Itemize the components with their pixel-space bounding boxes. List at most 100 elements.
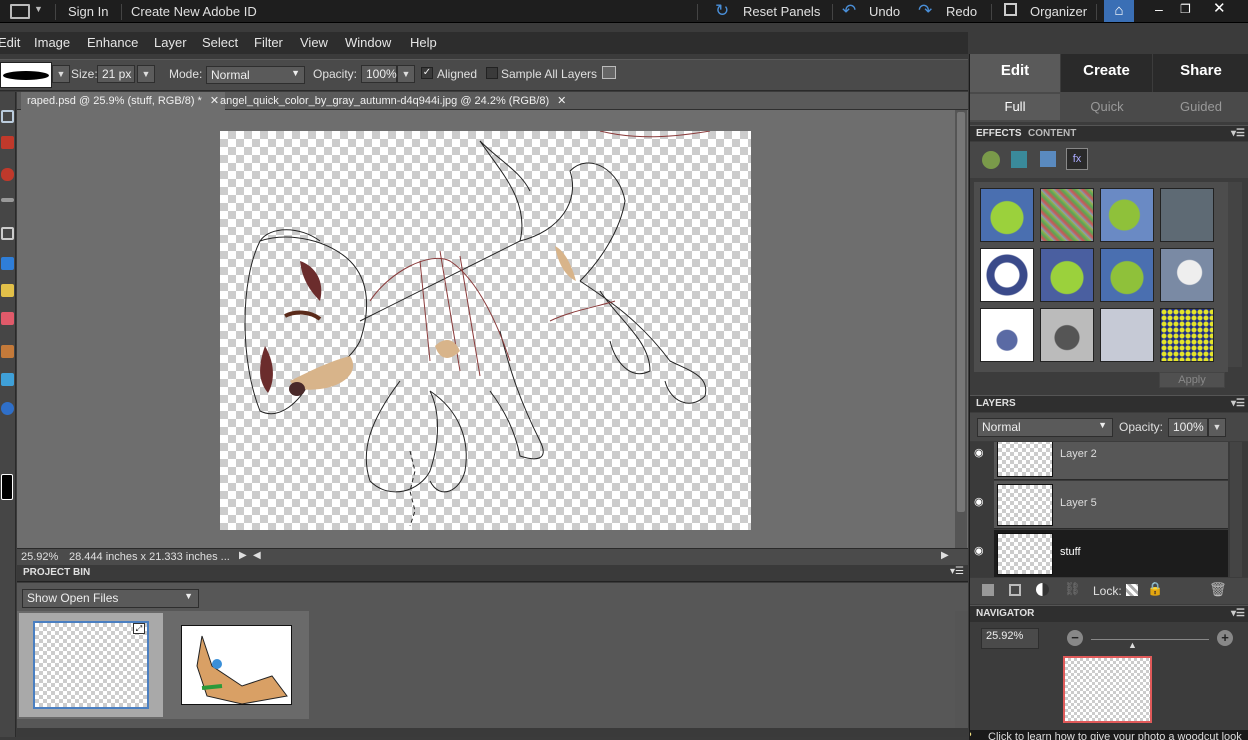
restore-icon[interactable]: ❐ [1180,2,1191,16]
new-layer-icon[interactable] [982,584,994,596]
mode-select[interactable]: Normal ▼ [206,66,305,84]
zoom-out-icon[interactable]: − [1067,630,1083,646]
menu-view[interactable]: View [300,35,328,50]
scroll-right-arrow[interactable]: ▶ [941,550,949,561]
brush-preset-picker[interactable] [0,62,52,88]
subtab-quick[interactable]: Quick [1062,94,1152,120]
pencil-tool-icon[interactable] [1,284,14,297]
effect-thumbnail[interactable] [1160,188,1214,242]
reset-panels-button[interactable]: Reset Panels [743,4,820,19]
eyedropper-tool-icon[interactable] [1,136,14,149]
layer-styles-category-icon[interactable] [1011,151,1027,168]
brush-tool-icon[interactable] [1,345,14,358]
effects-scrollbar[interactable] [1228,182,1242,367]
bin-vertical-scrollbar[interactable] [955,611,968,728]
zoom-slider-thumb[interactable]: ▲ [1128,640,1137,650]
lock-transparency-icon[interactable] [1126,584,1138,596]
menu-image[interactable]: Image [34,35,70,50]
tab-angel-jpg[interactable]: angel_quick_color_by_gray_autumn-d4q944i… [214,92,572,110]
adjustment-layer-icon[interactable] [1036,583,1049,596]
tab-close-icon[interactable]: ✕ [557,95,566,107]
effect-thumbnail[interactable] [1160,248,1214,302]
content-tab[interactable]: CONTENT [1028,128,1076,139]
tab-create[interactable]: Create [1061,54,1152,92]
show-open-files-select[interactable]: Show Open Files ▼ [22,589,199,608]
line-tool-icon[interactable] [1,198,14,202]
layers-menu-icon[interactable]: ▾☰ [1231,398,1245,409]
zoom-tool-icon[interactable] [1,110,14,123]
layer-row-layer-5[interactable]: Layer 5 [994,481,1228,529]
hint-text[interactable]: Click to learn how to give your photo a … [988,731,1242,740]
effects-tab[interactable]: EFFECTS [976,128,1022,139]
apply-button[interactable]: Apply [1159,372,1225,388]
redo-button[interactable]: Redo [946,4,977,19]
effect-thumbnail[interactable] [1040,248,1094,302]
lasso-tool-icon[interactable] [1,168,14,181]
vertical-scroll-thumb[interactable] [957,112,965,512]
blend-mode-select[interactable]: Normal ▼ [977,418,1113,437]
size-input[interactable]: 21 px [97,65,135,83]
menu-window[interactable]: Window [345,35,391,50]
effect-thumbnail[interactable] [1160,308,1214,362]
status-menu-arrow[interactable]: ▶ [239,550,247,561]
menu-edit[interactable]: Edit [0,35,20,50]
delete-layer-icon[interactable]: 🗑 [1209,581,1227,598]
project-bin-menu-icon[interactable]: ▾☰ [950,566,964,577]
type-tool-icon[interactable] [1,257,14,270]
layer-row-layer-2[interactable]: Layer 2 [994,442,1228,480]
link-layers-icon[interactable]: ⛓ [1064,581,1081,597]
bin-thumbnail-raped[interactable]: ⤢ [33,621,149,709]
close-icon[interactable]: ✕ [1213,0,1226,17]
scroll-left-arrow[interactable]: ◀ [253,550,261,561]
menu-select[interactable]: Select [202,35,238,50]
filters-category-icon[interactable] [982,151,1000,169]
effect-thumbnail[interactable] [980,188,1034,242]
lock-all-icon[interactable]: 🔒 [1147,581,1163,597]
subtab-guided[interactable]: Guided [1153,94,1248,120]
effect-thumbnail[interactable] [1040,308,1094,362]
tab-share[interactable]: Share [1153,54,1248,92]
menu-help[interactable]: Help [410,35,437,50]
tab-raped-psd[interactable]: raped.psd @ 25.9% (stuff, RGB/8) * ✕ [21,92,226,110]
effect-thumbnail[interactable] [1100,188,1154,242]
layer-visibility-eye-icon[interactable]: ◉ [974,446,990,459]
sign-in-link[interactable]: Sign In [68,4,108,19]
image-canvas[interactable] [220,131,751,530]
sample-all-layers-checkbox[interactable] [486,67,498,79]
menu-enhance[interactable]: Enhance [87,35,138,50]
workspace-menu-icon[interactable] [10,4,30,19]
effect-thumbnail[interactable] [980,248,1034,302]
zoom-in-icon[interactable]: + [1217,630,1233,646]
bin-horizontal-scrollbar[interactable] [17,728,968,737]
gradient-tool-icon[interactable] [1,373,14,386]
layer-row-stuff[interactable]: stuff [994,530,1228,577]
effect-thumbnail[interactable] [1040,188,1094,242]
workspace-dropdown-arrow[interactable]: ▼ [34,4,43,14]
layers-scrollbar[interactable] [1230,442,1242,577]
minimize-icon[interactable]: – [1155,1,1163,17]
aligned-checkbox[interactable]: ✓ [421,67,433,79]
eraser-tool-icon[interactable] [1,312,14,325]
menu-layer[interactable]: Layer [154,35,187,50]
create-adobe-id-link[interactable]: Create New Adobe ID [131,4,257,19]
navigator-menu-icon[interactable]: ▾☰ [1231,608,1245,619]
crop-tool-icon[interactable] [1,227,14,240]
bin-thumbnail-angel[interactable] [181,625,292,705]
layer-visibility-eye-icon[interactable]: ◉ [974,544,990,557]
navigator-preview[interactable] [1063,656,1152,723]
vertical-scrollbar[interactable] [955,110,967,550]
effect-thumbnail[interactable] [1100,248,1154,302]
opacity-slider-arrow[interactable]: ▼ [397,65,415,83]
effect-thumbnail[interactable] [1100,308,1154,362]
layer-opacity-arrow[interactable]: ▼ [1208,418,1226,437]
opacity-input[interactable]: 100% [361,65,397,83]
zoom-readout[interactable]: 25.92% [21,551,58,563]
brush-dropdown-arrow[interactable]: ▼ [52,65,70,83]
sponge-tool-icon[interactable] [1,402,14,415]
effects-menu-icon[interactable]: ▾☰ [1231,128,1245,139]
layer-opacity-input[interactable]: 100% [1168,418,1208,437]
layer-visibility-eye-icon[interactable]: ◉ [974,495,990,508]
fx-category-icon[interactable]: fx [1066,148,1088,170]
subtab-full[interactable]: Full [970,94,1060,120]
tab-edit[interactable]: Edit [970,54,1060,92]
